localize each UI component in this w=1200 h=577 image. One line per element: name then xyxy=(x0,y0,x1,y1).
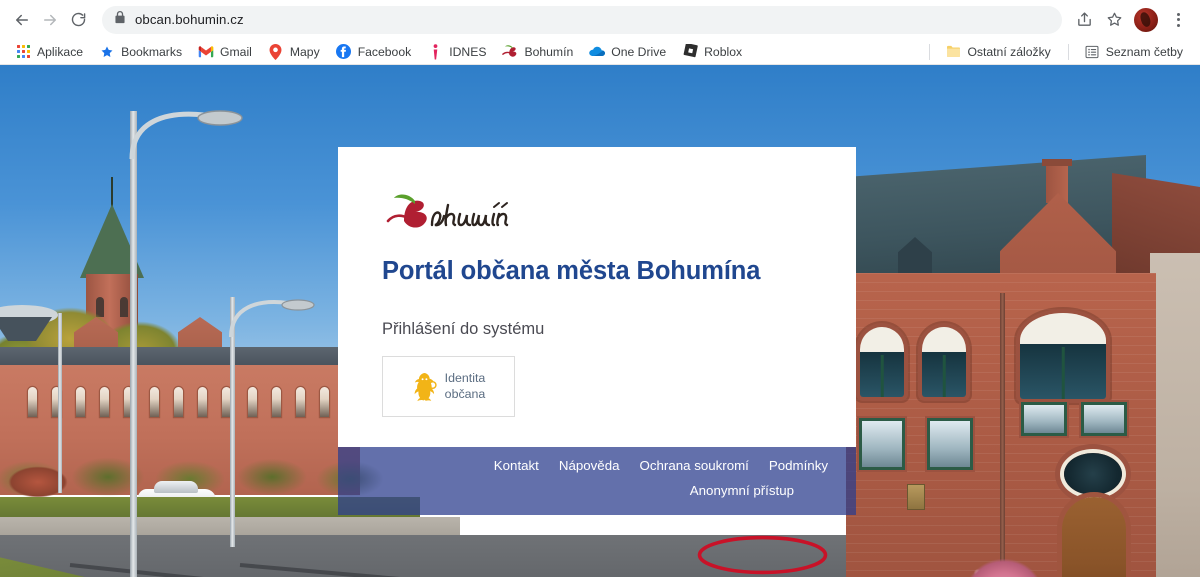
identita-line-1: Identita xyxy=(444,370,486,385)
idnes-icon xyxy=(427,43,443,60)
bohumin-icon xyxy=(502,44,518,60)
identita-obcana-label: Identita občana xyxy=(445,371,486,403)
bookmark-label: Gmail xyxy=(220,44,252,59)
facade-window xyxy=(1024,405,1064,433)
lock-icon xyxy=(114,10,126,29)
footer-links-row-2: Anonymní přístup xyxy=(690,482,828,500)
school-window xyxy=(174,387,183,417)
school-window xyxy=(76,387,85,417)
bohumin-logo-mark xyxy=(386,194,509,228)
arched-window-large xyxy=(1020,313,1106,399)
toolbar-right-icons xyxy=(1070,6,1192,34)
footer-link-napoveda[interactable]: Nápověda xyxy=(559,458,620,473)
arched-window xyxy=(922,327,966,397)
forward-button[interactable] xyxy=(36,6,64,34)
identita-obcana-button[interactable]: Identita občana xyxy=(382,356,515,417)
school-window xyxy=(248,387,257,417)
bookmark-label: One Drive xyxy=(611,44,667,59)
apps-grid-icon xyxy=(15,44,31,60)
footer-link-kontakt[interactable]: Kontakt xyxy=(494,458,539,473)
url-text: obcan.bohumin.cz xyxy=(135,12,244,27)
school-window xyxy=(320,387,329,417)
facade-window xyxy=(930,421,970,467)
divider xyxy=(1067,43,1069,60)
bookmark-label: Roblox xyxy=(704,44,743,59)
street-lamp-head xyxy=(0,305,58,341)
red-bush xyxy=(2,463,74,501)
school-window xyxy=(272,387,281,417)
adjacent-building xyxy=(1150,253,1200,577)
bookmark-label: Ostatní záložky xyxy=(967,44,1051,59)
bookmark-label: Mapy xyxy=(289,44,320,59)
footer-link-podminky[interactable]: Podmínky xyxy=(769,458,828,473)
browser-toolbar: obcan.bohumin.cz xyxy=(0,0,1200,39)
footer-link-anonymni-pristup[interactable]: Anonymní přístup xyxy=(690,483,794,498)
footer-band: Kontakt Nápověda Ochrana soukromí Podmín… xyxy=(338,447,856,515)
page-viewport: Portál občana města Bohumína Přihlášení … xyxy=(0,65,1200,577)
flower-display xyxy=(948,543,1060,577)
star-icon xyxy=(99,44,115,60)
profile-avatar[interactable] xyxy=(1134,7,1158,32)
login-card: Portál občana města Bohumína Přihlášení … xyxy=(338,147,856,447)
bookmark-one-drive[interactable]: One Drive xyxy=(582,42,673,62)
bookmark-idnes[interactable]: IDNES xyxy=(420,42,493,62)
street-lamp-arm xyxy=(229,299,315,338)
facade-window xyxy=(862,421,902,467)
bookmark-seznam-cetby[interactable]: Seznam četby xyxy=(1077,42,1190,62)
bookmarks-bar: Aplikace Bookmarks Gmail Mapy Facebook I… xyxy=(0,39,1200,65)
facebook-icon xyxy=(336,44,352,60)
identita-line-2: občana xyxy=(444,386,486,401)
bookmark-label: Bookmarks xyxy=(121,44,183,59)
memorial-plaque xyxy=(908,485,924,509)
facade-window xyxy=(1084,405,1124,433)
login-section-label: Přihlášení do systému xyxy=(382,320,545,338)
bookmark-label: IDNES xyxy=(449,44,487,59)
maps-pin-icon xyxy=(268,43,284,60)
browser-window: Portál občana města Bohumína Přihlášení … xyxy=(0,0,1200,577)
roblox-icon xyxy=(682,44,698,60)
onedrive-cloud-icon xyxy=(589,44,606,60)
bookmark-label: Aplikace xyxy=(37,44,84,59)
bookmark-aplikace[interactable]: Aplikace xyxy=(8,42,90,62)
tower-spike xyxy=(111,177,113,207)
school-window xyxy=(296,387,305,417)
share-icon[interactable] xyxy=(1070,6,1098,34)
bookmark-roblox[interactable]: Roblox xyxy=(675,42,749,62)
reading-list-icon xyxy=(1084,44,1100,60)
school-window xyxy=(150,387,159,417)
bookmark-ostatni-zalozky[interactable]: Ostatní záložky xyxy=(938,42,1057,62)
school-window xyxy=(100,387,109,417)
back-button[interactable] xyxy=(8,6,36,34)
street-lamp-arm xyxy=(129,110,243,160)
czech-lion-icon xyxy=(414,373,437,402)
reload-button[interactable] xyxy=(64,6,92,34)
school-window xyxy=(28,387,37,417)
browser-chrome: obcan.bohumin.cz Aplikace Bookmarks Gmai… xyxy=(0,0,1200,65)
bookmark-bookmarks[interactable]: Bookmarks xyxy=(92,42,189,62)
footer-links-row-1: Kontakt Nápověda Ochrana soukromí Podmín… xyxy=(494,458,828,473)
bookmark-gmail[interactable]: Gmail xyxy=(191,42,259,62)
bookmark-label: Facebook xyxy=(357,44,412,59)
divider xyxy=(929,43,931,60)
bookmark-label: Seznam četby xyxy=(1105,44,1183,59)
page-title: Portál občana města Bohumína xyxy=(382,257,761,285)
wooden-entrance-door xyxy=(1062,497,1126,577)
address-bar[interactable]: obcan.bohumin.cz xyxy=(102,5,1062,34)
bookmarks-bar-right: Ostatní záložky Seznam četby xyxy=(921,42,1192,62)
bookmark-facebook[interactable]: Facebook xyxy=(329,42,419,62)
gmail-icon xyxy=(198,44,214,60)
kebab-menu-icon[interactable] xyxy=(1164,6,1192,34)
bohumin-logo xyxy=(382,191,812,237)
bookmark-mapy[interactable]: Mapy xyxy=(261,42,327,62)
star-bookmark-icon[interactable] xyxy=(1100,6,1128,34)
rose-window xyxy=(1064,453,1122,495)
bookmark-bohumin[interactable]: Bohumín xyxy=(495,42,580,62)
downpipe xyxy=(1000,293,1005,577)
arched-window xyxy=(860,327,904,397)
folder-icon xyxy=(945,44,961,60)
footer-link-ochrana-soukromi[interactable]: Ochrana soukromí xyxy=(640,458,749,473)
school-window xyxy=(198,387,207,417)
street-lamp-post xyxy=(130,111,137,577)
bookmark-label: Bohumín xyxy=(524,44,574,59)
